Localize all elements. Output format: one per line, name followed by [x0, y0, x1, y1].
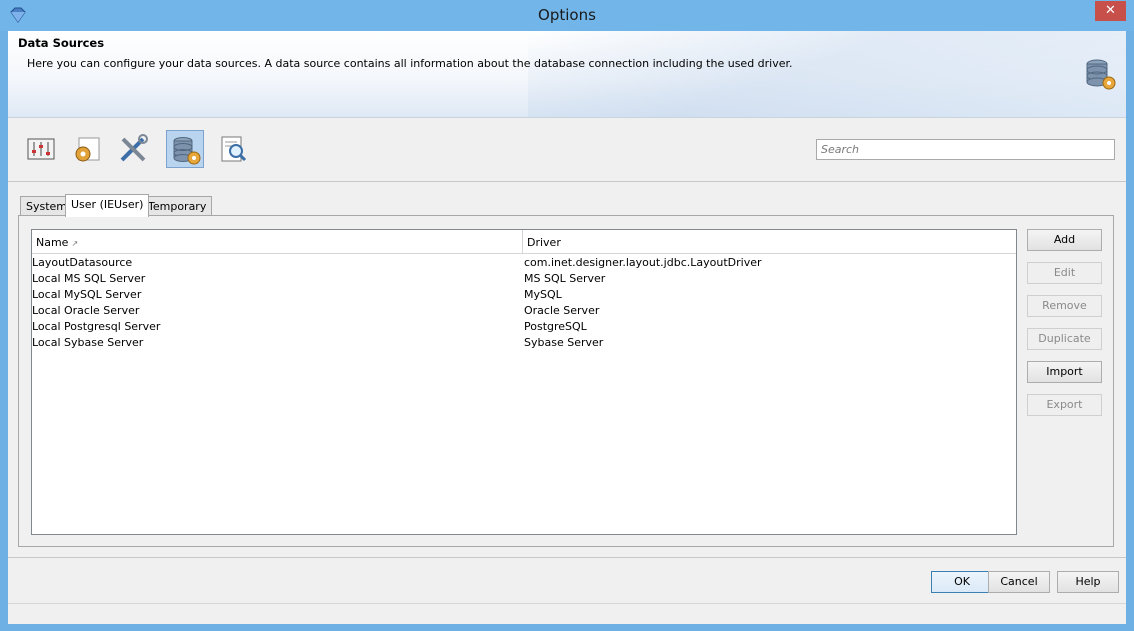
- tab-user[interactable]: User (IEUser): [65, 194, 150, 217]
- window-title: Options: [538, 6, 596, 24]
- column-header-driver[interactable]: Driver: [523, 230, 1016, 254]
- table-row[interactable]: Local Oracle Server Oracle Server: [32, 303, 1016, 319]
- help-button[interactable]: Help: [1057, 571, 1119, 593]
- close-button[interactable]: ✕: [1095, 1, 1126, 21]
- options-window: Options ✕ Data Sources Here you can conf…: [0, 0, 1134, 631]
- table-row[interactable]: Local Postgresql Server PostgreSQL: [32, 319, 1016, 335]
- cancel-button[interactable]: Cancel: [988, 571, 1050, 593]
- category-settings-button[interactable]: [68, 130, 106, 168]
- ok-button[interactable]: OK: [931, 571, 993, 593]
- divider: [8, 557, 1126, 558]
- data-sources-table[interactable]: Name ↗ Driver LayoutDatasource com.inet.d…: [31, 229, 1017, 535]
- table-row[interactable]: LayoutDatasource com.inet.designer.layou…: [32, 255, 1016, 271]
- table-row[interactable]: Local MS SQL Server MS SQL Server: [32, 271, 1016, 287]
- edit-button[interactable]: Edit: [1027, 262, 1102, 284]
- duplicate-button[interactable]: Duplicate: [1027, 328, 1102, 350]
- category-data-sources-button[interactable]: [166, 130, 204, 168]
- category-reports-button[interactable]: [214, 130, 252, 168]
- tab-temporary[interactable]: Temporary: [142, 196, 213, 216]
- column-header-name[interactable]: Name ↗: [32, 230, 523, 254]
- divider: [8, 181, 1126, 182]
- dialog-body: Data Sources Here you can configure your…: [8, 31, 1126, 624]
- status-bar: [8, 603, 1126, 624]
- table-row[interactable]: Local MySQL Server MySQL: [32, 287, 1016, 303]
- export-button[interactable]: Export: [1027, 394, 1102, 416]
- import-button[interactable]: Import: [1027, 361, 1102, 383]
- title-bar[interactable]: Options ✕: [0, 0, 1134, 31]
- page-description: Here you can configure your data sources…: [27, 57, 793, 70]
- add-button[interactable]: Add: [1027, 229, 1102, 251]
- sort-ascending-icon: ↗: [71, 239, 79, 248]
- tab-panel: Name ↗ Driver LayoutDatasource com.inet.d…: [18, 215, 1114, 547]
- page-title: Data Sources: [18, 36, 105, 50]
- header-panel: Data Sources Here you can configure your…: [8, 31, 1126, 118]
- remove-button[interactable]: Remove: [1027, 295, 1102, 317]
- table-row[interactable]: Local Sybase Server Sybase Server: [32, 335, 1016, 351]
- search-input[interactable]: [816, 139, 1115, 160]
- database-gear-icon: [1083, 57, 1117, 91]
- category-general-button[interactable]: [22, 130, 60, 168]
- category-tools-button[interactable]: [114, 130, 152, 168]
